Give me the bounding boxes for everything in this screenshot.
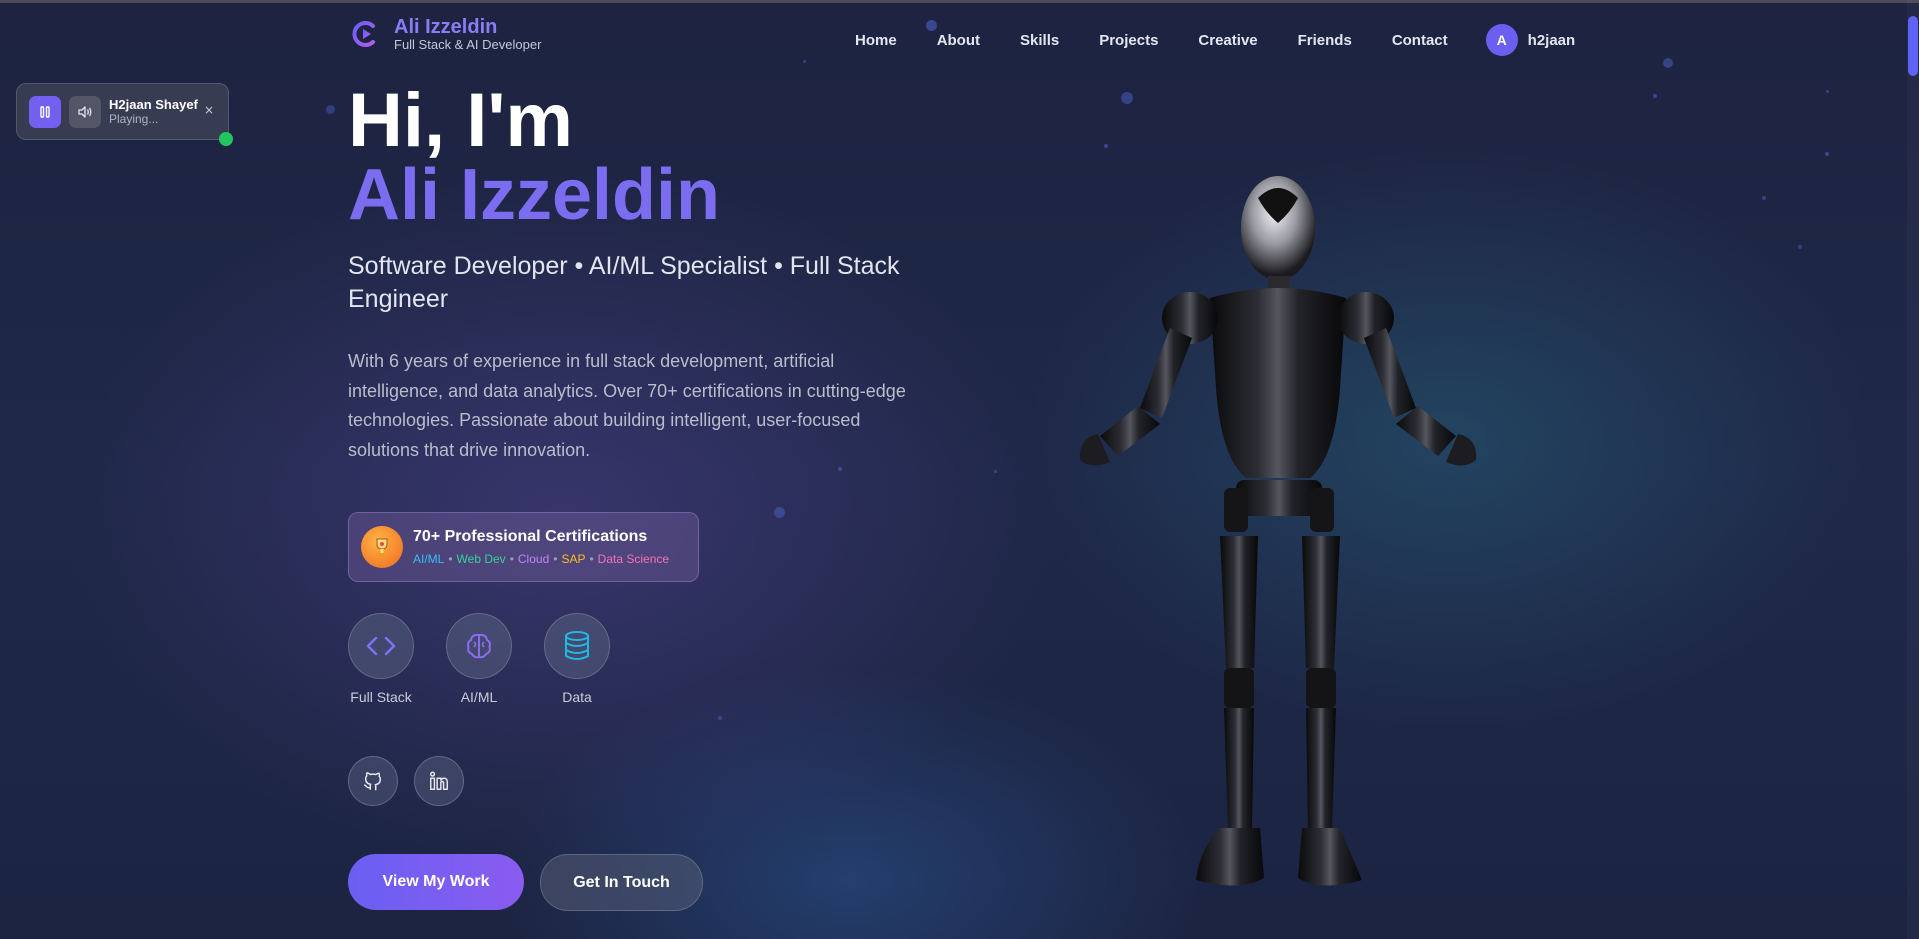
nav-skills[interactable]: Skills bbox=[1020, 32, 1059, 49]
particle-dot bbox=[838, 467, 842, 471]
particle-dot bbox=[1762, 196, 1766, 200]
nav-projects[interactable]: Projects bbox=[1099, 32, 1158, 49]
nav-creative[interactable]: Creative bbox=[1198, 32, 1257, 49]
online-indicator bbox=[219, 132, 233, 146]
skill-full-stack[interactable]: Full Stack bbox=[348, 613, 414, 705]
nav-about[interactable]: About bbox=[937, 32, 980, 49]
social-links bbox=[348, 756, 480, 806]
view-my-work-button[interactable]: View My Work bbox=[348, 854, 524, 910]
trophy-icon bbox=[361, 526, 403, 568]
cert-tag: SAP bbox=[561, 551, 586, 566]
track-status: Playing... bbox=[109, 111, 159, 126]
particle-dot bbox=[1798, 245, 1802, 249]
particle-dot bbox=[326, 105, 335, 114]
linkedin-button[interactable] bbox=[414, 756, 464, 806]
scrollbar-track[interactable] bbox=[1907, 0, 1919, 939]
particle-dot bbox=[994, 470, 997, 473]
github-button[interactable] bbox=[348, 756, 398, 806]
cert-tag: Web Dev bbox=[456, 551, 506, 566]
brand-logo-icon bbox=[348, 16, 384, 52]
particle-dot bbox=[1826, 90, 1829, 93]
particle-dot bbox=[774, 507, 785, 518]
nav-home[interactable]: Home bbox=[855, 32, 897, 49]
particle-dot bbox=[1104, 144, 1108, 148]
skill-label: Full Stack bbox=[350, 689, 412, 705]
hero-name: Ali Izzeldin bbox=[348, 155, 721, 235]
linkedin-icon bbox=[430, 771, 448, 790]
get-in-touch-button[interactable]: Get In Touch bbox=[540, 854, 703, 911]
volume-button[interactable] bbox=[69, 95, 101, 128]
particle-dot bbox=[1121, 92, 1133, 104]
skill-ai-ml[interactable]: AI/ML bbox=[446, 613, 512, 705]
nav-contact[interactable]: Contact bbox=[1392, 32, 1448, 49]
avatar[interactable]: A bbox=[1485, 24, 1518, 56]
nav-friends[interactable]: Friends bbox=[1298, 32, 1352, 49]
particle-dot bbox=[1825, 152, 1829, 156]
skill-label: AI/ML bbox=[460, 689, 498, 705]
code-icon bbox=[348, 613, 414, 679]
skill-list: Full Stack AI/ML Data bbox=[348, 613, 642, 705]
particle-dot bbox=[718, 716, 722, 720]
cert-tag: AI/ML bbox=[413, 551, 445, 566]
certification-tags: AI/ML • Web Dev • Cloud • SAP • Data Science bbox=[413, 551, 670, 566]
cert-tag: Data Science bbox=[597, 551, 670, 566]
user-menu[interactable]: A h2jaan bbox=[1485, 24, 1576, 56]
brand[interactable]: Ali Izzeldin Full Stack & AI Developer bbox=[348, 16, 541, 52]
github-icon bbox=[364, 772, 382, 791]
main-nav: Home About Skills Projects Creative Frie… bbox=[855, 24, 1575, 56]
brain-icon bbox=[446, 613, 512, 679]
certifications-title: 70+ Professional Certifications bbox=[413, 527, 648, 545]
pause-icon bbox=[40, 105, 50, 118]
certifications-badge: 70+ Professional Certifications AI/ML • We… bbox=[348, 512, 699, 582]
window-top-border bbox=[0, 0, 1919, 3]
particle-dot bbox=[803, 60, 806, 63]
skill-label: Data bbox=[562, 689, 592, 705]
database-icon bbox=[544, 613, 610, 679]
particle-dot bbox=[1663, 58, 1673, 68]
hero-tagline: Software Developer • AI/ML Specialist • … bbox=[348, 252, 900, 313]
hero-description: With 6 years of experience in full stack… bbox=[348, 351, 906, 460]
pause-button[interactable] bbox=[29, 95, 61, 128]
user-name[interactable]: h2jaan bbox=[1528, 32, 1576, 49]
cert-tag: Cloud bbox=[517, 551, 550, 566]
music-player: H2jaan Shayef Playing... × bbox=[16, 83, 229, 140]
close-icon[interactable]: × bbox=[204, 103, 214, 117]
scrollbar-thumb[interactable] bbox=[1908, 16, 1918, 76]
skill-data[interactable]: Data bbox=[544, 613, 610, 705]
brand-name: Ali Izzeldin bbox=[394, 16, 498, 38]
particle-dot bbox=[1653, 94, 1657, 98]
volume-icon bbox=[78, 105, 92, 118]
robot-figure-image bbox=[1079, 176, 1477, 886]
brand-subtitle: Full Stack & AI Developer bbox=[394, 37, 542, 52]
track-title: H2jaan Shayef bbox=[109, 96, 198, 112]
